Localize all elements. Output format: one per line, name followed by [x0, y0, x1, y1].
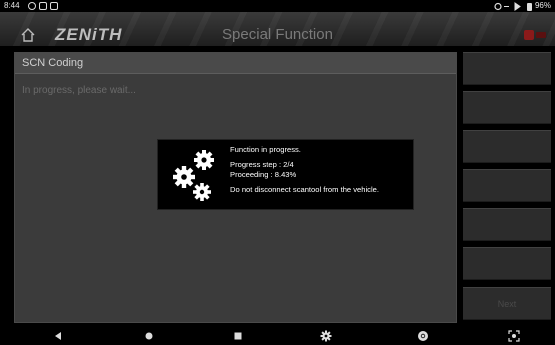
page-title: Special Function	[222, 26, 333, 43]
side-button-4[interactable]	[463, 169, 551, 202]
progress-percent: Proceeding : 8.43%	[230, 169, 297, 179]
recents-icon[interactable]	[232, 330, 244, 342]
title-bar: ZENiTH Special Function	[0, 12, 555, 46]
system-indicators: 96%	[494, 0, 551, 12]
gears-icon	[173, 150, 214, 201]
battery-level: 96%	[534, 1, 551, 10]
notification-icons	[28, 2, 58, 10]
side-button-6[interactable]	[463, 247, 551, 280]
progress-text: Function in progress. Progress step : 2/…	[230, 145, 379, 195]
settings-icon[interactable]	[320, 330, 332, 342]
progress-title: Function in progress.	[230, 145, 301, 154]
screenshot-icon[interactable]	[508, 330, 520, 342]
back-icon[interactable]	[52, 330, 64, 342]
sync-icon	[28, 2, 36, 10]
side-button-column: Next	[463, 52, 551, 323]
status-message: In progress, please wait...	[22, 85, 136, 96]
image-icon	[50, 2, 58, 10]
home-nav-icon[interactable]	[143, 330, 155, 342]
status-bar: 8:44 96%	[0, 0, 555, 12]
side-button-3[interactable]	[463, 130, 551, 163]
vci-connection-icon	[524, 30, 546, 40]
battery-icon	[526, 3, 532, 11]
next-button-label: Next	[497, 299, 517, 309]
progress-step: Progress step : 2/4	[230, 160, 294, 170]
connectivity-icon	[494, 1, 521, 11]
navigation-bar	[0, 327, 555, 345]
chrome-icon[interactable]	[417, 330, 429, 342]
progress-warning: Do not disconnect scantool from the vehi…	[230, 185, 380, 195]
progress-dialog: Function in progress. Progress step : 2/…	[157, 139, 414, 210]
side-button-5[interactable]	[463, 208, 551, 241]
side-button-1[interactable]	[463, 52, 551, 85]
clock: 8:44	[4, 1, 20, 10]
next-button[interactable]: Next	[463, 287, 551, 320]
photo-icon	[39, 2, 47, 10]
side-button-2[interactable]	[463, 91, 551, 124]
panel-title: SCN Coding	[15, 53, 456, 74]
